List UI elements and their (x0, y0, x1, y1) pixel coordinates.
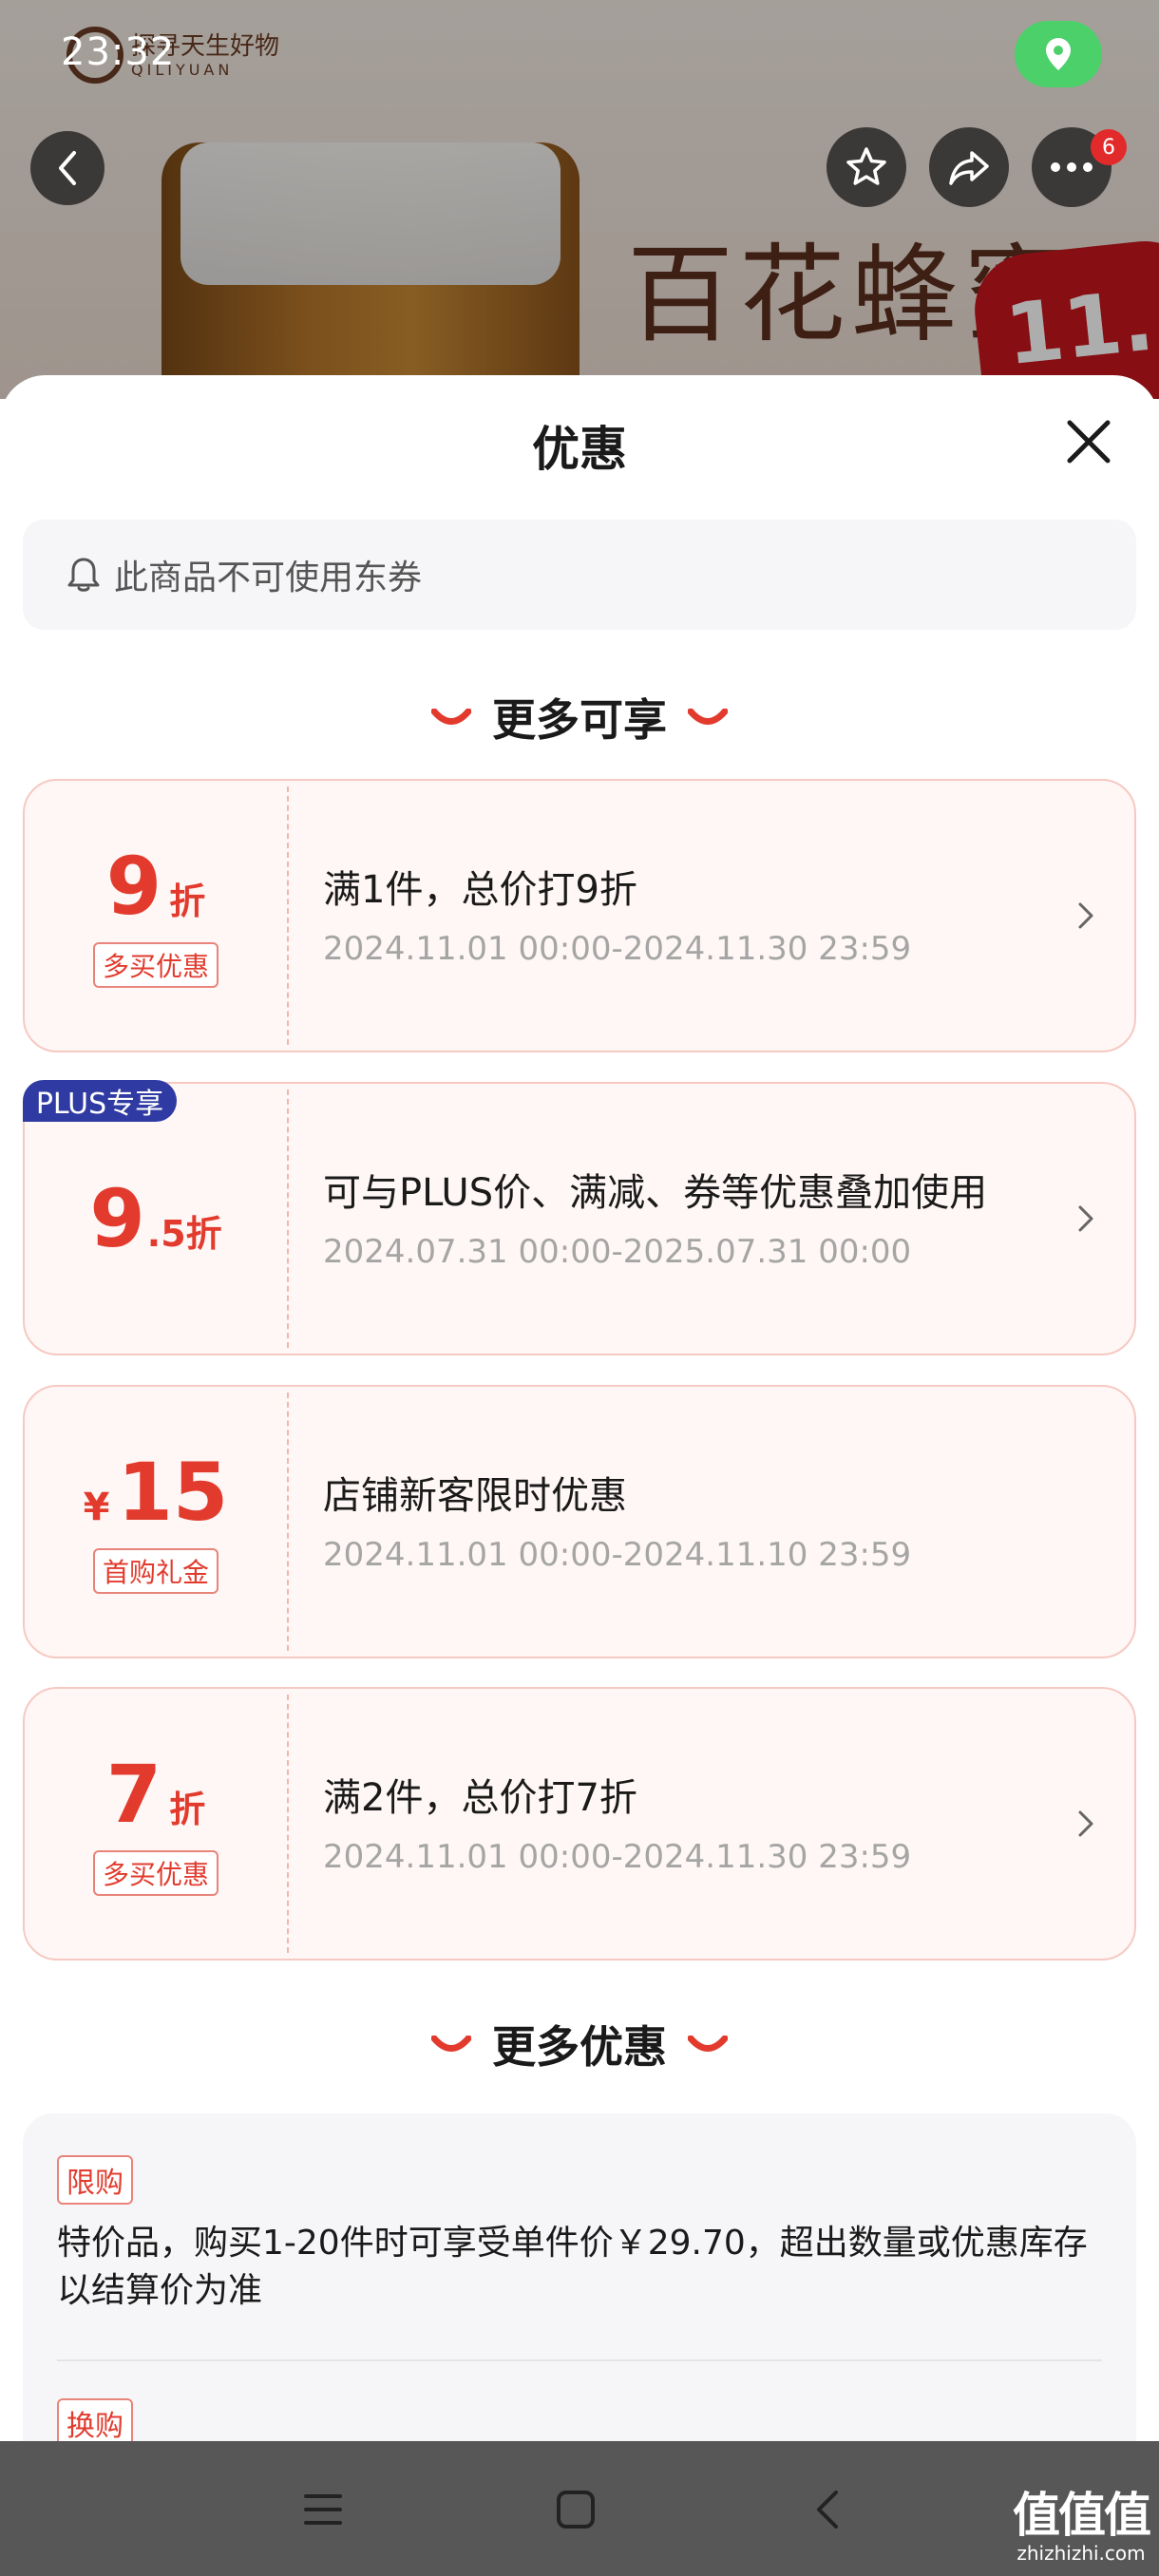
offer-amount-unit: .5折 (146, 1213, 222, 1255)
chevron-right-icon (1078, 1205, 1093, 1232)
smile-decoration-icon (688, 709, 728, 725)
offer-card[interactable]: 7 折 多买优惠 满2件，总价打7折 2024.11.01 00:00-2024… (23, 1687, 1136, 1960)
location-pin-icon (1046, 38, 1071, 70)
smile-decoration-icon (431, 2036, 471, 2052)
offer-card[interactable]: PLUS专享 9 .5折 可与PLUS价、满减、券等优惠叠加使用 2024.07… (23, 1080, 1136, 1355)
home-icon[interactable] (555, 2489, 597, 2530)
more-offers-list: 限购 特价品，购买1-20件时可享受单件价￥29.70，超出数量或优惠库存以结算… (23, 2113, 1136, 2441)
offer-details: 满1件，总价打9折 2024.11.01 00:00-2024.11.30 23… (323, 781, 1049, 1051)
close-icon[interactable] (1060, 413, 1117, 470)
chevron-right-icon (1078, 902, 1093, 929)
offer-date: 2024.11.01 00:00-2024.11.10 23:59 (323, 1536, 912, 1574)
offer-amount-block: 7 折 多买优惠 (25, 1689, 287, 1959)
offer-title: 店铺新客限时优惠 (323, 1474, 627, 1518)
offer-tag: 首购礼金 (92, 1548, 218, 1594)
offer-tag: 多买优惠 (92, 1850, 218, 1896)
status-time: 23:32 (61, 30, 176, 74)
offer-amount-value: 9 (105, 840, 162, 933)
share-button[interactable] (929, 127, 1009, 207)
offer-details: 可与PLUS价、满减、券等优惠叠加使用 2024.07.31 00:00-202… (323, 1084, 992, 1354)
card-divider (287, 1695, 289, 1953)
offer-amount-block: ¥ 15 首购礼金 (25, 1387, 287, 1657)
offer-title: 可与PLUS价、满减、券等优惠叠加使用 (323, 1171, 988, 1215)
offer-amount: ¥ 15 (84, 1449, 229, 1535)
offer-date: 2024.11.01 00:00-2024.11.30 23:59 (323, 1838, 912, 1876)
watermark-main: 值值值 (1013, 2488, 1151, 2543)
card-divider (287, 786, 289, 1045)
favorite-button[interactable] (826, 127, 906, 207)
more-notification-badge: 6 (1091, 129, 1127, 165)
location-button[interactable] (1015, 21, 1102, 87)
notice-text: 此商品不可使用东券 (114, 559, 423, 597)
offer-currency: ¥ (83, 1486, 110, 1529)
system-navigation-bar (0, 2441, 1159, 2576)
offer-date: 2024.11.01 00:00-2024.11.30 23:59 (323, 930, 912, 968)
sheet-title: 优惠 (532, 422, 627, 477)
offer-amount: 7 折 (106, 1752, 205, 1837)
menu-icon[interactable] (302, 2489, 344, 2530)
nav-back-icon[interactable] (808, 2489, 849, 2530)
offer-date: 2024.07.31 00:00-2025.07.31 00:00 (323, 1233, 912, 1271)
card-divider (287, 1089, 289, 1348)
list-divider (57, 2359, 1102, 2361)
offer-amount-unit: 折 (169, 1789, 206, 1830)
offer-amount: 9 .5折 (89, 1176, 221, 1261)
back-button[interactable] (30, 131, 104, 205)
offer-amount-unit: 折 (169, 881, 206, 922)
offer-amount: 9 折 (106, 843, 205, 929)
share-icon (949, 151, 989, 185)
offer-amount-block: 9 .5折 (25, 1084, 287, 1354)
more-icon (1051, 162, 1092, 172)
coupon-notice: 此商品不可使用东券 (23, 520, 1136, 630)
star-icon (846, 147, 886, 185)
smile-decoration-icon (431, 709, 471, 725)
card-divider (287, 1392, 289, 1651)
offer-title: 满1件，总价打9折 (323, 868, 637, 912)
offer-amount-block: 9 折 多买优惠 (25, 781, 287, 1051)
section-header-more-available: 更多可享 (0, 686, 1159, 748)
discount-sheet: 优惠 此商品不可使用东券 更多可享 9 折 多买优惠 满1件，总价打9折 202… (0, 375, 1159, 2441)
offer-amount-value: 7 (105, 1748, 162, 1841)
section-title: 更多可享 (492, 694, 667, 746)
watermark-sub: zhizhizhi.com (1016, 2542, 1146, 2565)
back-icon (59, 151, 76, 185)
offer-card[interactable]: ¥ 15 首购礼金 店铺新客限时优惠 2024.11.01 00:00-2024… (23, 1385, 1136, 1658)
chevron-right-icon (1078, 1810, 1093, 1837)
exchange-purchase-tag: 换购 (57, 2398, 133, 2441)
watermark: 值值值 zhizhizhi.com (1013, 2477, 1151, 2565)
smile-decoration-icon (688, 2036, 728, 2052)
offer-tag: 多买优惠 (92, 942, 218, 988)
offer-amount-value: 9 (89, 1172, 145, 1265)
limited-purchase-tag: 限购 (57, 2155, 133, 2205)
offer-card[interactable]: 9 折 多买优惠 满1件，总价打9折 2024.11.01 00:00-2024… (23, 779, 1136, 1052)
section-title: 更多优惠 (492, 2021, 667, 2073)
offer-amount-value: 15 (117, 1446, 229, 1539)
limited-purchase-text: 特价品，购买1-20件时可享受单件价￥29.70，超出数量或优惠库存以结算价为准 (57, 2224, 1088, 2310)
section-header-more-offers: 更多优惠 (0, 2013, 1159, 2075)
offer-details: 店铺新客限时优惠 2024.11.01 00:00-2024.11.10 23:… (323, 1387, 1049, 1657)
offer-title: 满2件，总价打7折 (323, 1776, 637, 1820)
bell-icon (67, 558, 100, 592)
offer-details: 满2件，总价打7折 2024.11.01 00:00-2024.11.30 23… (323, 1689, 1049, 1959)
